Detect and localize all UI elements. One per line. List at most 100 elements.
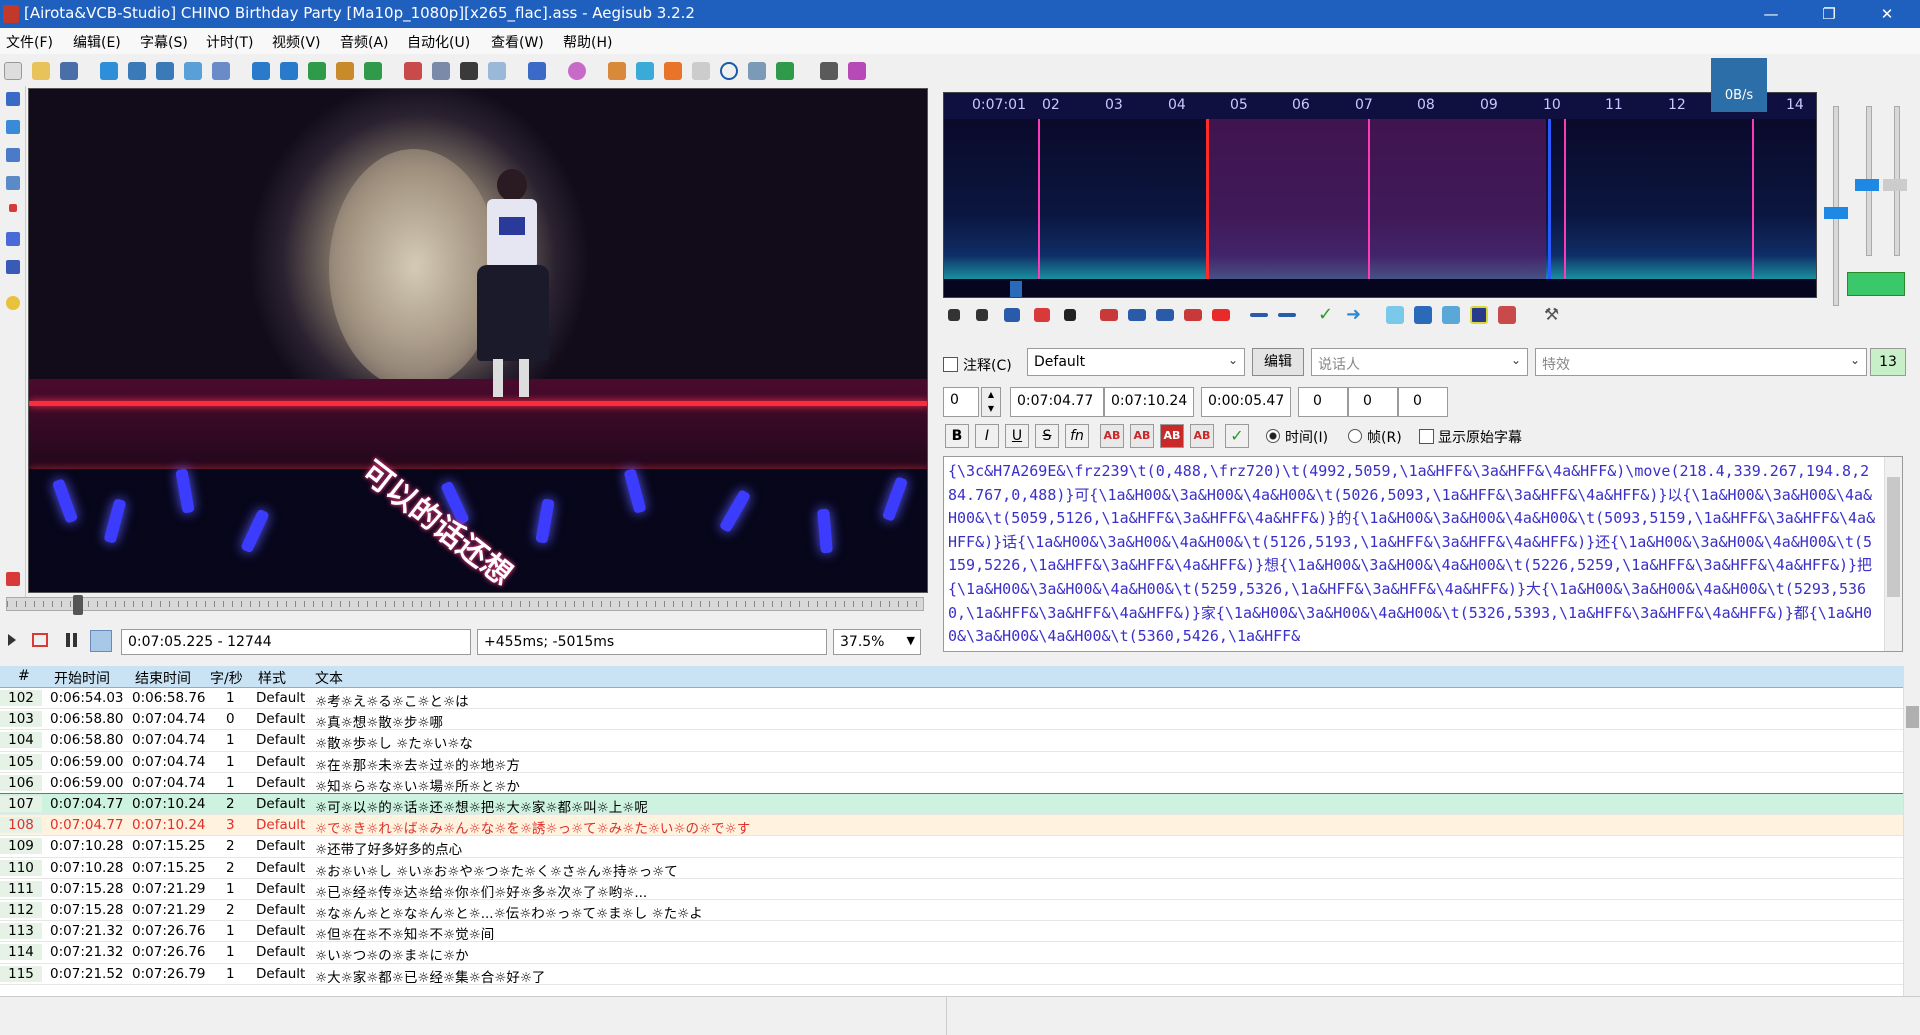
secondary-color-icon[interactable]: AB [1130,424,1154,448]
bold-button[interactable]: B [945,424,969,448]
shift-times-icon[interactable] [404,62,422,80]
style-select[interactable]: Default ⌄ [1027,348,1245,376]
menu-automation[interactable]: 自动化(U) [407,32,470,52]
stop-icon[interactable] [1064,309,1076,321]
seek-thumb[interactable] [73,595,83,615]
vector-clip-icon[interactable] [6,260,20,274]
play-last-500ms-icon[interactable] [1184,309,1202,321]
forward-icon[interactable] [664,62,682,80]
play-to-end-icon[interactable] [1212,309,1230,321]
audio-scroll-bar[interactable] [944,279,1816,297]
auto-next-icon[interactable] [1414,306,1432,324]
primary-color-icon[interactable]: AB [1100,424,1124,448]
column-header[interactable]: 开始时间 [54,668,110,688]
autoscroll-icon[interactable] [90,630,112,652]
table-row[interactable]: 114 0:07:21.32 0:07:26.76 1 Default ☼い☼つ☼の☼ま☼… [0,942,1903,964]
duration-field[interactable]: 0:00:05.47 [1201,387,1291,417]
scale-icon[interactable] [9,204,17,212]
start-time-field[interactable]: 0:07:04.77 [1010,387,1104,417]
actor-select[interactable]: 说话人 ⌄ [1311,348,1528,376]
slider-handle[interactable] [1855,179,1879,191]
styles-manager-icon[interactable] [280,62,298,80]
grid-scrollbar[interactable] [1903,666,1920,996]
replace-icon[interactable] [156,62,174,80]
play-icon[interactable] [8,634,16,646]
column-header[interactable]: 文本 [315,668,343,688]
menu-help[interactable]: 帮助(H) [563,32,612,52]
clip-icon[interactable] [6,232,20,246]
script-info-icon[interactable] [488,62,506,80]
resize-icon[interactable] [748,62,766,80]
table-row[interactable]: 106 0:06:59.00 0:07:04.74 1 Default ☼知☼ら☼な☼い☼… [0,773,1903,795]
play-line-icon[interactable] [32,633,48,647]
karaoke-tool-icon[interactable]: ⚒ [1544,306,1562,324]
audio-display[interactable]: 0:07:01 02 03 04 05 06 07 08 09 10 11 12… [943,92,1817,298]
jump-to-icon[interactable] [100,62,118,80]
table-row[interactable]: 111 0:07:15.28 0:07:21.29 1 Default ☼已☼经☼传☼达☼… [0,879,1903,901]
play-500ms-after-icon[interactable] [1128,309,1146,321]
spectrum-mode-icon[interactable] [1470,306,1488,324]
check-icon[interactable] [776,62,794,80]
play-current-line-icon[interactable] [1034,308,1050,322]
help-icon[interactable] [6,296,20,310]
options-icon[interactable] [820,62,838,80]
find-icon[interactable] [128,62,146,80]
restore-button[interactable]: ❐ [1806,0,1852,28]
timing-postprocessor-icon[interactable] [432,62,450,80]
drag-tool-icon[interactable] [6,120,20,134]
table-row[interactable]: 105 0:06:59.00 0:07:04.74 1 Default ☼在☼那☼未☼去☼… [0,752,1903,774]
margin-left-field[interactable]: 0 [1298,387,1348,417]
end-time-field[interactable]: 0:07:10.24 [1104,387,1194,417]
automation-icon[interactable] [528,62,546,80]
previous-line-icon[interactable] [948,309,960,321]
italic-button[interactable]: I [975,424,999,448]
end-marker[interactable] [1548,119,1551,279]
lead-in-icon[interactable] [1250,313,1268,317]
translation-icon[interactable] [308,62,326,80]
menu-subtitle[interactable]: 字幕(S) [140,32,188,52]
table-row[interactable]: 103 0:06:58.80 0:07:04.74 0 Default ☼真☼想☼散☼步☼… [0,709,1903,731]
edit-style-button[interactable]: 编辑 [1252,348,1304,376]
table-row[interactable]: 113 0:07:21.32 0:07:26.76 1 Default ☼但☼在☼不☼知☼… [0,921,1903,943]
slider-handle[interactable] [1824,207,1848,219]
table-row[interactable]: 104 0:06:58.80 0:07:04.74 1 Default ☼散☼歩☼し ☼た… [0,730,1903,752]
column-header[interactable]: 字/秒 [210,668,243,688]
video-seek-bar[interactable] [6,595,924,615]
new-file-icon[interactable] [4,62,22,80]
commit-check-icon[interactable]: ✓ [1318,306,1336,324]
snap-icon[interactable] [636,62,654,80]
menu-audio[interactable]: 音频(A) [340,32,389,52]
play-500ms-before-icon[interactable] [1100,309,1118,321]
menu-edit[interactable]: 编辑(E) [73,32,121,52]
play-selection-icon[interactable] [1004,308,1020,322]
layer-field[interactable]: 0 [943,387,979,417]
shadow-color-icon[interactable]: AB [1190,424,1214,448]
menu-timing[interactable]: 计时(T) [206,32,253,52]
auto-commit-icon[interactable] [1386,306,1404,324]
outline-color-icon[interactable]: AB [1160,424,1184,448]
start-marker[interactable] [1206,119,1209,279]
video-offset-field[interactable]: +455ms; -5015ms [477,629,827,655]
commit-check-icon[interactable]: ✓ [1225,424,1249,448]
video-details-icon[interactable] [608,62,626,80]
slider-handle[interactable] [1883,179,1907,191]
font-button[interactable]: fn [1065,424,1089,448]
play-first-500ms-icon[interactable] [1156,309,1174,321]
minimize-button[interactable]: — [1748,0,1794,28]
audio-volume-slider[interactable] [1855,106,1879,256]
standard-tool-icon[interactable] [6,92,20,106]
column-header[interactable]: # [18,668,30,684]
layer-spin-button[interactable]: ▲ ▼ [981,387,1001,417]
save-file-icon[interactable] [60,62,78,80]
go-to-next-icon[interactable]: ➜ [1346,306,1364,324]
time-radio[interactable] [1266,429,1280,443]
table-row[interactable]: 108 0:07:04.77 0:07:10.24 3 Default ☼で☼き☼れ☼ば☼… [0,815,1903,837]
visual-typesetting-icon[interactable] [568,62,586,80]
lead-out-icon[interactable] [1278,313,1296,317]
hotkeys-icon[interactable] [848,62,866,80]
rotate-xy-icon[interactable] [6,176,20,190]
spell-check-icon[interactable] [364,62,382,80]
menu-file[interactable]: 文件(F) [6,32,53,52]
table-row[interactable]: 112 0:07:15.28 0:07:21.29 2 Default ☼な☼ん☼と☼な☼… [0,900,1903,922]
audio-vertical-zoom-slider[interactable] [1883,106,1907,256]
